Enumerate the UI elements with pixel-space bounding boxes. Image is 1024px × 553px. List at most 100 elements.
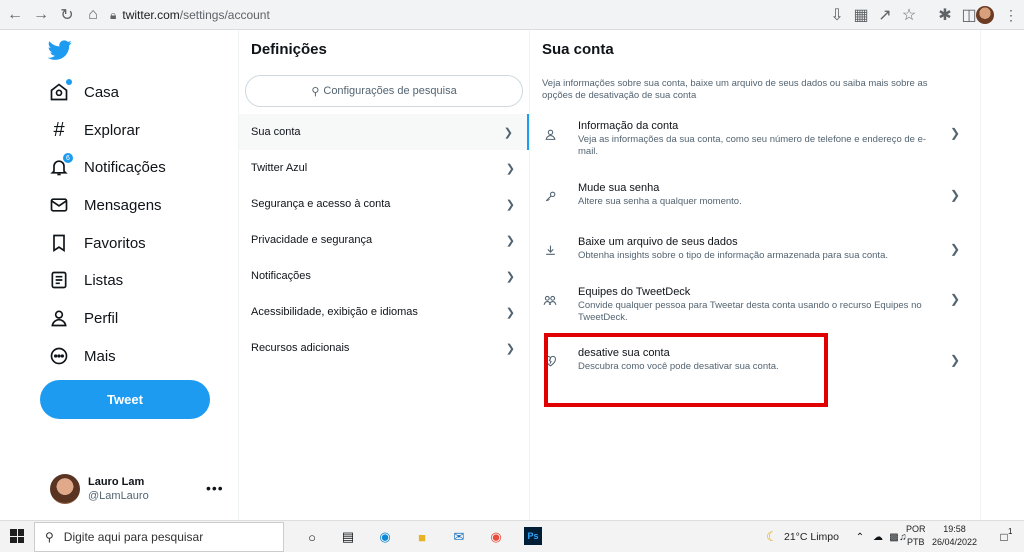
- settings-item-label: Segurança e acesso à conta: [251, 198, 391, 210]
- avatar: [50, 474, 80, 504]
- search-placeholder: Configurações de pesquisa: [323, 85, 457, 97]
- chevron-up-icon[interactable]: ⌃: [850, 527, 870, 547]
- nav-item-perfil[interactable]: Perfil: [48, 303, 118, 333]
- more-icon[interactable]: •••: [206, 480, 224, 496]
- item-subtitle: Veja as informações da sua conta, como s…: [578, 134, 927, 157]
- extensions-icon[interactable]: ✱: [934, 4, 956, 26]
- person-icon: [542, 126, 558, 142]
- section-description: Veja informações sobre sua conta, baixe …: [542, 78, 928, 101]
- nav-label: Notificações: [84, 158, 166, 176]
- user-name: Lauro Lam: [88, 476, 145, 488]
- nav-label: Mensagens: [84, 196, 162, 214]
- address-bar[interactable]: 🔒︎ twitter.com/settings/account: [102, 4, 818, 26]
- settings-item-label: Notificações: [251, 270, 311, 282]
- language-indicator[interactable]: POR PTB: [906, 523, 926, 549]
- item-subtitle: Obtenha insights sobre o tipo de informa…: [578, 250, 888, 261]
- browser-menu-icon[interactable]: ⋮: [1002, 4, 1020, 26]
- section-title: Sua conta: [542, 41, 614, 58]
- settings-item-acessibilidade[interactable]: Acessibilidade, exibição e idiomas ❯: [239, 294, 529, 330]
- account-item-informacao[interactable]: Informação da conta Veja as informações …: [542, 120, 972, 158]
- weather-text[interactable]: 21°C Limpo: [784, 521, 839, 553]
- right-gutter: [980, 30, 1024, 520]
- account-column: Sua conta Veja informações sobre sua con…: [530, 30, 980, 520]
- nav-item-listas[interactable]: Listas: [48, 265, 123, 295]
- cortana-icon[interactable]: ○: [302, 527, 322, 547]
- nav-label: Explorar: [84, 121, 140, 139]
- nav-item-notificacoes[interactable]: 6 Notificações: [48, 152, 166, 182]
- taskbar-search-placeholder: Digite aqui para pesquisar: [63, 530, 204, 544]
- notification-badge: 6: [62, 152, 74, 164]
- item-subtitle: Altere sua senha a qualquer momento.: [578, 196, 742, 207]
- chevron-right-icon: ❯: [505, 162, 515, 175]
- hashtag-icon: #: [53, 118, 65, 141]
- chevron-right-icon: ❯: [949, 242, 960, 256]
- page-title: Definições: [251, 41, 327, 58]
- star-icon[interactable]: ☆: [898, 4, 920, 26]
- settings-item-seguranca[interactable]: Segurança e acesso à conta ❯: [239, 186, 529, 222]
- twitter-logo-icon[interactable]: [48, 38, 72, 62]
- user-handle: @LamLauro: [88, 490, 149, 502]
- item-title: Equipes do TweetDeck: [578, 286, 691, 298]
- item-title: Informação da conta: [578, 120, 679, 132]
- settings-item-label: Acessibilidade, exibição e idiomas: [251, 306, 418, 318]
- photoshop-icon[interactable]: Ps: [524, 527, 542, 545]
- nav-item-casa[interactable]: Casa: [48, 77, 119, 107]
- taskbar-search-input[interactable]: ⚲ Digite aqui para pesquisar: [34, 522, 284, 552]
- translate-icon[interactable]: ▦: [850, 4, 872, 26]
- item-subtitle: Convide qualquer pessoa para Tweetar des…: [578, 300, 922, 323]
- forward-icon[interactable]: →: [30, 4, 52, 26]
- weather-moon-icon: ☾: [766, 529, 778, 544]
- clock-date: 26/04/2022: [932, 537, 978, 547]
- edge-icon[interactable]: ◉: [375, 527, 395, 547]
- bell-icon: 6: [48, 152, 74, 178]
- nav-item-mensagens[interactable]: Mensagens: [48, 190, 162, 220]
- search-icon: ⚲: [311, 85, 320, 98]
- chevron-right-icon: ❯: [949, 188, 960, 202]
- reload-icon[interactable]: ↻: [56, 4, 78, 26]
- nav-label: Mais: [84, 347, 116, 365]
- chrome-icon[interactable]: ◉: [486, 527, 506, 547]
- nav-item-explorar[interactable]: # Explorar: [48, 115, 140, 145]
- task-view-icon[interactable]: ▤: [338, 527, 358, 547]
- tweet-button[interactable]: Tweet: [40, 380, 210, 419]
- install-icon[interactable]: ⇩: [826, 4, 848, 26]
- back-icon[interactable]: ←: [4, 4, 26, 26]
- person-icon: [48, 307, 70, 329]
- account-item-senha[interactable]: Mude sua senha Altere sua senha a qualqu…: [542, 182, 972, 208]
- account-switcher[interactable]: Lauro Lam @LamLauro •••: [50, 472, 230, 506]
- settings-item-notificacoes[interactable]: Notificações ❯: [239, 258, 529, 294]
- lock-icon: 🔒︎: [110, 7, 117, 22]
- more-circle-icon: [48, 345, 70, 367]
- chevron-right-icon: ❯: [505, 342, 515, 355]
- item-title: Mude sua senha: [578, 182, 660, 194]
- windows-start-icon[interactable]: [10, 529, 24, 543]
- settings-item-privacidade[interactable]: Privacidade e segurança ❯: [239, 222, 529, 258]
- nav-item-mais[interactable]: Mais: [48, 341, 116, 371]
- share-icon[interactable]: ↗: [874, 4, 896, 26]
- nav-label: Perfil: [84, 309, 119, 327]
- key-icon: [542, 188, 558, 204]
- people-icon: [542, 292, 558, 308]
- home-icon: [48, 79, 72, 103]
- download-icon: [542, 242, 558, 258]
- browser-profile-avatar[interactable]: [976, 6, 994, 24]
- notification-count: 1: [1008, 527, 1013, 536]
- url-host: twitter.com: [122, 8, 180, 22]
- bookmark-icon: [48, 232, 70, 254]
- file-explorer-icon[interactable]: ■: [412, 527, 432, 547]
- settings-item-sua-conta[interactable]: Sua conta ❯: [239, 114, 529, 150]
- account-item-arquivo[interactable]: Baixe um arquivo de seus dados Obtenha i…: [542, 236, 972, 262]
- settings-item-recursos[interactable]: Recursos adicionais ❯: [239, 330, 529, 366]
- home-icon[interactable]: ⌂: [82, 4, 104, 26]
- settings-item-twitter-azul[interactable]: Twitter Azul ❯: [239, 150, 529, 186]
- account-item-tweetdeck[interactable]: Equipes do TweetDeck Convide qualquer pe…: [542, 286, 972, 324]
- nav-item-favoritos[interactable]: Favoritos: [48, 228, 146, 258]
- mail-app-icon[interactable]: ✉: [449, 527, 469, 547]
- clock[interactable]: 19:58 26/04/2022: [932, 523, 977, 549]
- left-nav: Casa # Explorar 6 Notificações Mensagens…: [0, 30, 238, 520]
- address-actions: ⇩ ▦ ↗ ☆ ✱ ◫: [826, 4, 980, 26]
- lang-top: POR: [906, 524, 926, 534]
- chevron-right-icon: ❯: [505, 306, 515, 319]
- highlight-box: [544, 333, 828, 407]
- settings-search-input[interactable]: ⚲ Configurações de pesquisa: [245, 75, 523, 107]
